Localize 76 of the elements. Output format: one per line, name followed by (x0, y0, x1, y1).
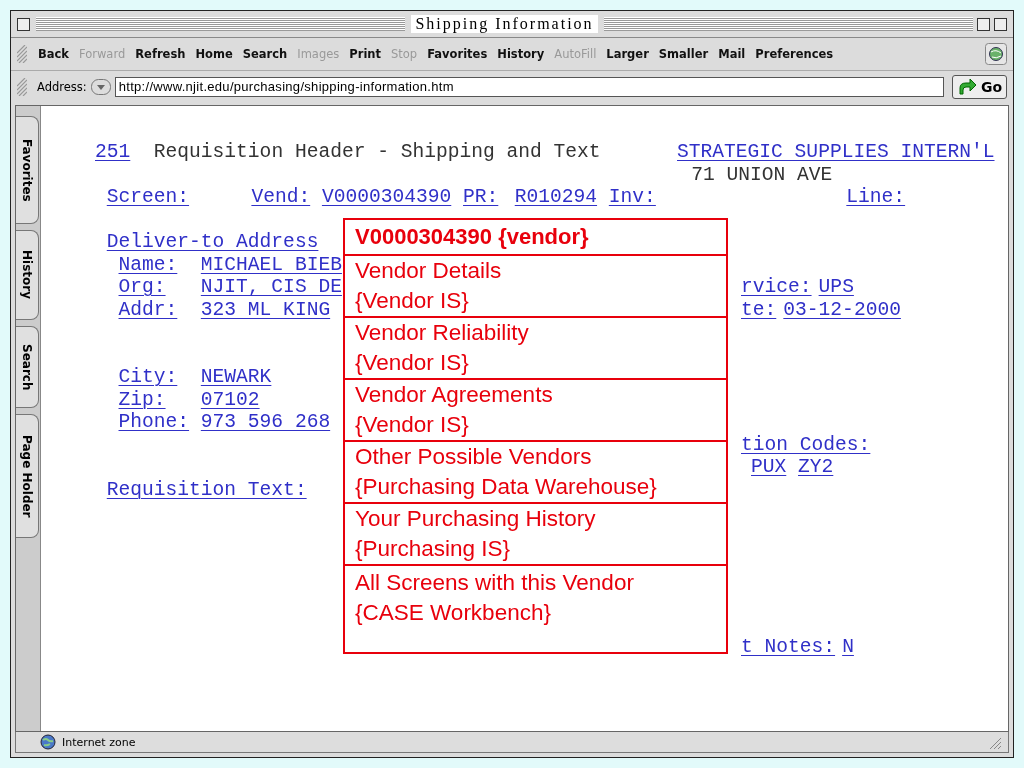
vendor-id-link[interactable]: V0000304390 (321, 186, 452, 209)
deliver-to-link[interactable]: Deliver-to Address (106, 231, 319, 254)
menu-item[interactable]: Vendor Agreements (355, 380, 726, 410)
window-title: Shipping Information (411, 15, 598, 33)
toolbar-button[interactable]: Smaller (653, 47, 714, 61)
field-value-link[interactable]: 07102 (200, 388, 260, 411)
menu-item-source: {Vendor IS} (355, 287, 470, 315)
field-label-link[interactable]: Zip: (118, 388, 201, 411)
codes-label-link[interactable]: tion Codes: (741, 433, 871, 456)
close-box[interactable] (17, 17, 30, 31)
arrow-icon (956, 78, 977, 96)
popup-title: V0000304390 {vendor} (345, 220, 726, 256)
vendor-address: 71 UNION AVE (691, 163, 833, 186)
toolbar-button[interactable]: Back (33, 47, 74, 61)
toolbar-button[interactable]: Refresh (130, 47, 191, 61)
line-link[interactable]: Line: (846, 186, 906, 209)
sidebar-tab[interactable]: Favorites (16, 116, 39, 224)
pr-number-link[interactable]: R010294 (514, 186, 598, 209)
field-label-link[interactable]: Name: (118, 253, 201, 276)
toolbar-button[interactable]: Home (190, 47, 238, 61)
zoom-box[interactable] (994, 17, 1007, 31)
menu-item[interactable]: Other Possible Vendors (355, 442, 726, 472)
field-value-link[interactable]: 323 ML KING (200, 298, 331, 321)
field-label-link[interactable]: Org: (118, 276, 201, 299)
field-label-link[interactable]: Addr: (118, 298, 201, 321)
vend-link[interactable]: Vend: (251, 186, 311, 209)
field-value-link[interactable]: 973 596 268 (200, 411, 331, 434)
menu-item[interactable]: Vendor Details (355, 256, 726, 286)
screen-number-link[interactable]: 251 (95, 141, 131, 164)
field-value-link[interactable]: MICHAEL BIEB (200, 253, 342, 276)
field-label-link[interactable]: City: (118, 366, 201, 389)
dropdown-icon[interactable] (90, 79, 111, 95)
menu-item-source: {Purchasing IS} (355, 535, 512, 563)
menu-item-source: {Vendor IS} (355, 349, 470, 377)
screen-link[interactable]: Screen: (106, 186, 190, 209)
collapse-box[interactable] (977, 17, 990, 31)
menu-item[interactable]: Your Purchasing History (355, 504, 726, 534)
toolbar-button[interactable]: Mail (713, 47, 751, 61)
globe-icon (40, 734, 56, 750)
toolbar-button[interactable]: Preferences (750, 47, 839, 61)
menu-item[interactable]: Vendor Reliability (355, 318, 726, 348)
menu-item-source: {CASE Workbench} (355, 599, 552, 627)
menu-item-source: {Vendor IS} (355, 411, 470, 439)
go-button[interactable]: Go (951, 75, 1007, 99)
code-link[interactable]: PUX (751, 456, 787, 479)
grip-icon (17, 45, 27, 63)
field-label-link[interactable]: Phone: (118, 411, 201, 434)
address-label: Address: (37, 80, 87, 94)
address-field[interactable]: http://www.njit.edu/purchasing/shipping-information.htm (114, 77, 944, 97)
pr-link[interactable]: PR: (463, 186, 499, 209)
page-heading: Requisition Header - Shipping and Text (153, 141, 601, 164)
service-label-link[interactable]: rvice: (741, 276, 812, 299)
menu-item-source: {Purchasing Data Warehouse} (355, 473, 658, 501)
toolbar-button[interactable]: Larger (601, 47, 654, 61)
vendor-name-link[interactable]: STRATEGIC SUPPLIES INTERN'L (677, 141, 995, 164)
sidebar-tab[interactable]: Search (16, 326, 39, 408)
sidebar-tab[interactable]: Page Holder (16, 414, 39, 538)
status-text: Internet zone (62, 735, 136, 749)
notes-label-link[interactable]: t Notes: (741, 636, 836, 659)
grip-icon (17, 78, 27, 96)
sidebar-tab[interactable]: History (16, 230, 39, 320)
toolbar-button[interactable]: Search (237, 47, 293, 61)
inv-link[interactable]: Inv: (608, 186, 656, 209)
globe-icon (985, 43, 1007, 65)
toolbar-button[interactable]: Favorites (422, 47, 493, 61)
toolbar-button[interactable]: History (492, 47, 550, 61)
date-value-link[interactable]: 03-12-2000 (783, 298, 901, 321)
toolbar-button[interactable]: Print (344, 47, 386, 61)
field-value-link[interactable]: NEWARK (200, 366, 272, 389)
notes-value-link[interactable]: N (842, 636, 854, 659)
date-label-link[interactable]: te: (741, 298, 777, 321)
menu-item[interactable]: All Screens with this Vendor (355, 568, 726, 598)
service-value-link[interactable]: UPS (818, 276, 854, 299)
code-link[interactable]: ZY2 (798, 456, 834, 479)
requisition-text-link[interactable]: Requisition Text: (106, 478, 307, 501)
field-value-link[interactable]: NJIT, CIS DE (200, 276, 342, 299)
